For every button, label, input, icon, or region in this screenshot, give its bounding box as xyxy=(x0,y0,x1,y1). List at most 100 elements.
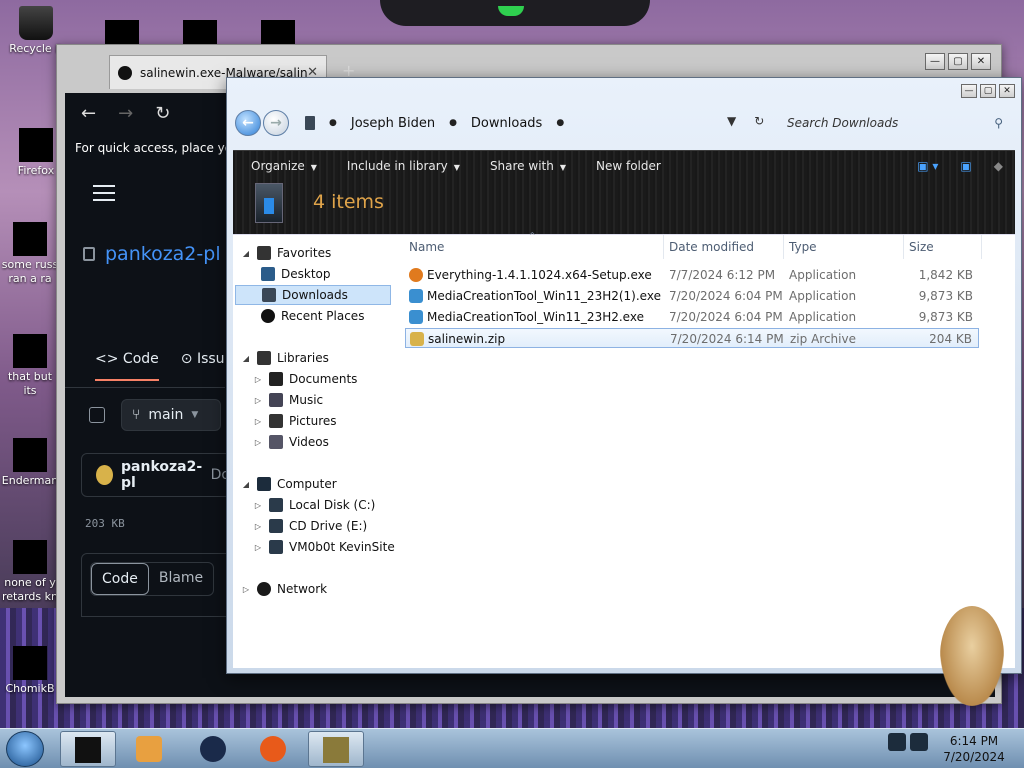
downloads-folder-icon xyxy=(255,183,283,223)
nav-recent-places[interactable]: Recent Places xyxy=(261,306,364,326)
maximize-button[interactable]: ▢ xyxy=(948,53,968,70)
file-row[interactable]: MediaCreationTool_Win11_23H2(1).exe 7/20… xyxy=(405,286,979,306)
column-divider[interactable] xyxy=(783,235,784,259)
nav-computer[interactable]: ◢ Computer xyxy=(241,474,337,494)
nav-network[interactable]: ▷ Network xyxy=(241,579,327,599)
file-icon xyxy=(13,540,47,574)
videos-icon xyxy=(269,435,283,449)
nav-music[interactable]: ▷ Music xyxy=(253,390,323,410)
repo-title[interactable]: pankoza2-pl / xyxy=(83,243,233,265)
breadcrumb-separator: ● xyxy=(329,118,337,128)
tab-issues[interactable]: ⊙ Issu xyxy=(181,351,225,381)
branch-name: main xyxy=(148,407,184,423)
expand-icon[interactable]: ◢ xyxy=(241,354,251,363)
desktop-icon-file-2[interactable]: that but its xyxy=(0,334,60,398)
nav-favorites[interactable]: ◢ Favorites xyxy=(241,243,331,263)
preview-pane-icon[interactable]: ▣ xyxy=(960,159,971,173)
view-icon[interactable]: ▣ ▾ xyxy=(917,159,938,173)
file-row-selected[interactable]: salinewin.zip 7/20/2024 6:14 PM zip Arch… xyxy=(405,328,979,348)
desktop-icon-file-3[interactable]: none of y retards kn xyxy=(0,540,60,604)
command-menu: Organize ▼ Include in library ▼ Share with… xyxy=(251,159,661,173)
taskbar-firefox[interactable] xyxy=(246,731,302,767)
close-button[interactable]: ✕ xyxy=(971,53,991,70)
refresh-icon[interactable]: ↻ xyxy=(754,114,764,128)
nav-vm[interactable]: ▷ VM0b0t KevinSite xyxy=(253,537,395,557)
column-divider[interactable] xyxy=(981,235,982,259)
blame-view-button[interactable]: Blame xyxy=(149,563,213,595)
expand-icon[interactable]: ▷ xyxy=(241,585,251,594)
column-type[interactable]: Type xyxy=(789,240,817,254)
reload-icon[interactable]: ↻ xyxy=(155,103,170,124)
code-view-box: Code Blame xyxy=(81,553,231,617)
nav-cd-drive[interactable]: ▷ CD Drive (E:) xyxy=(253,516,367,536)
maximize-button[interactable]: ▢ xyxy=(980,84,996,98)
nav-downloads[interactable]: Downloads xyxy=(235,285,391,305)
desktop-icon-chomikbox[interactable]: ChomikB xyxy=(0,646,60,696)
start-button[interactable] xyxy=(6,731,44,767)
file-tree-icon[interactable] xyxy=(89,407,105,423)
breadcrumb[interactable]: ● Joseph Biden ● Downloads ● xyxy=(305,116,564,131)
tab-code[interactable]: <> Code xyxy=(95,351,159,381)
expand-icon[interactable]: ▷ xyxy=(253,375,263,384)
nav-videos[interactable]: ▷ Videos xyxy=(253,432,329,452)
expand-icon[interactable]: ◢ xyxy=(241,249,251,258)
taskbar-explorer[interactable] xyxy=(60,731,116,767)
repo-name[interactable]: pankoza2-pl / xyxy=(105,243,233,265)
include-library-button[interactable]: Include in library ▼ xyxy=(347,159,460,173)
clock[interactable]: 6:14 PM 7/20/2024 xyxy=(936,733,1012,765)
expand-icon[interactable]: ▷ xyxy=(253,522,263,531)
expand-icon[interactable]: ▷ xyxy=(253,396,263,405)
minimize-button[interactable]: — xyxy=(961,84,977,98)
nav-libraries[interactable]: ◢ Libraries xyxy=(241,348,329,368)
new-folder-button[interactable]: New folder xyxy=(596,159,661,173)
minimize-button[interactable]: — xyxy=(925,53,945,70)
nav-local-disk[interactable]: ▷ Local Disk (C:) xyxy=(253,495,375,515)
expand-icon[interactable]: ▷ xyxy=(253,417,263,426)
column-size[interactable]: Size xyxy=(909,240,934,254)
code-view-button[interactable]: Code xyxy=(91,563,149,595)
desktop-icon-enderman[interactable]: Enderman xyxy=(0,438,60,488)
taskbar-media-player[interactable] xyxy=(122,731,178,767)
expand-icon[interactable]: ▷ xyxy=(253,438,263,447)
chevron-down-icon[interactable]: ▼ xyxy=(727,114,736,128)
taskbar-chomikbox[interactable] xyxy=(308,731,364,767)
back-arrow-icon[interactable]: ← xyxy=(81,103,96,124)
clock-time: 6:14 PM xyxy=(949,734,999,748)
column-divider[interactable] xyxy=(663,235,664,259)
hamburger-menu-icon[interactable] xyxy=(93,185,115,206)
search-input[interactable]: Search Downloads ⚲ xyxy=(781,110,1009,136)
network-icon[interactable] xyxy=(910,733,928,751)
nav-documents[interactable]: ▷ Documents xyxy=(253,369,357,389)
file-icon xyxy=(13,334,47,368)
nav-pictures[interactable]: ▷ Pictures xyxy=(253,411,337,431)
branch-icon: ⑂ xyxy=(132,407,141,423)
forward-button[interactable]: → xyxy=(263,110,289,136)
desktop-icon-file-1[interactable]: some russ ran a ra xyxy=(0,222,60,286)
expand-icon[interactable]: ◢ xyxy=(241,480,251,489)
sort-arrow-icon: ^ xyxy=(529,231,536,240)
author-name[interactable]: pankoza2-pl xyxy=(121,459,203,491)
breadcrumb-downloads[interactable]: Downloads xyxy=(471,116,542,131)
breadcrumb-user[interactable]: Joseph Biden xyxy=(351,116,435,131)
file-row[interactable]: MediaCreationTool_Win11_23H2.exe 7/20/20… xyxy=(405,307,979,327)
organize-button[interactable]: Organize ▼ xyxy=(251,159,317,173)
forward-arrow-icon[interactable]: → xyxy=(118,103,133,124)
tray-icon[interactable] xyxy=(888,733,906,751)
help-icon[interactable]: ◆ xyxy=(994,159,1003,173)
back-button[interactable]: ← xyxy=(235,110,261,136)
close-button[interactable]: ✕ xyxy=(999,84,1015,98)
column-date[interactable]: Date modified xyxy=(669,240,754,254)
network-icon xyxy=(257,582,271,596)
column-name[interactable]: Name xyxy=(409,240,444,254)
file-row[interactable]: Everything-1.4.1.1024.x64-Setup.exe 7/7/… xyxy=(405,265,979,285)
expand-icon[interactable]: ▷ xyxy=(253,501,263,510)
column-divider[interactable] xyxy=(903,235,904,259)
branch-selector[interactable]: ⑂ main ▼ xyxy=(121,399,221,431)
nav-desktop[interactable]: Desktop xyxy=(261,264,331,284)
expand-icon[interactable]: ▷ xyxy=(253,543,263,552)
share-with-button[interactable]: Share with ▼ xyxy=(490,159,566,173)
nav-label: Recent Places xyxy=(281,309,365,323)
file-type: Application xyxy=(789,310,857,324)
search-icon[interactable]: ⚲ xyxy=(994,116,1003,130)
taskbar-app[interactable] xyxy=(186,731,242,767)
